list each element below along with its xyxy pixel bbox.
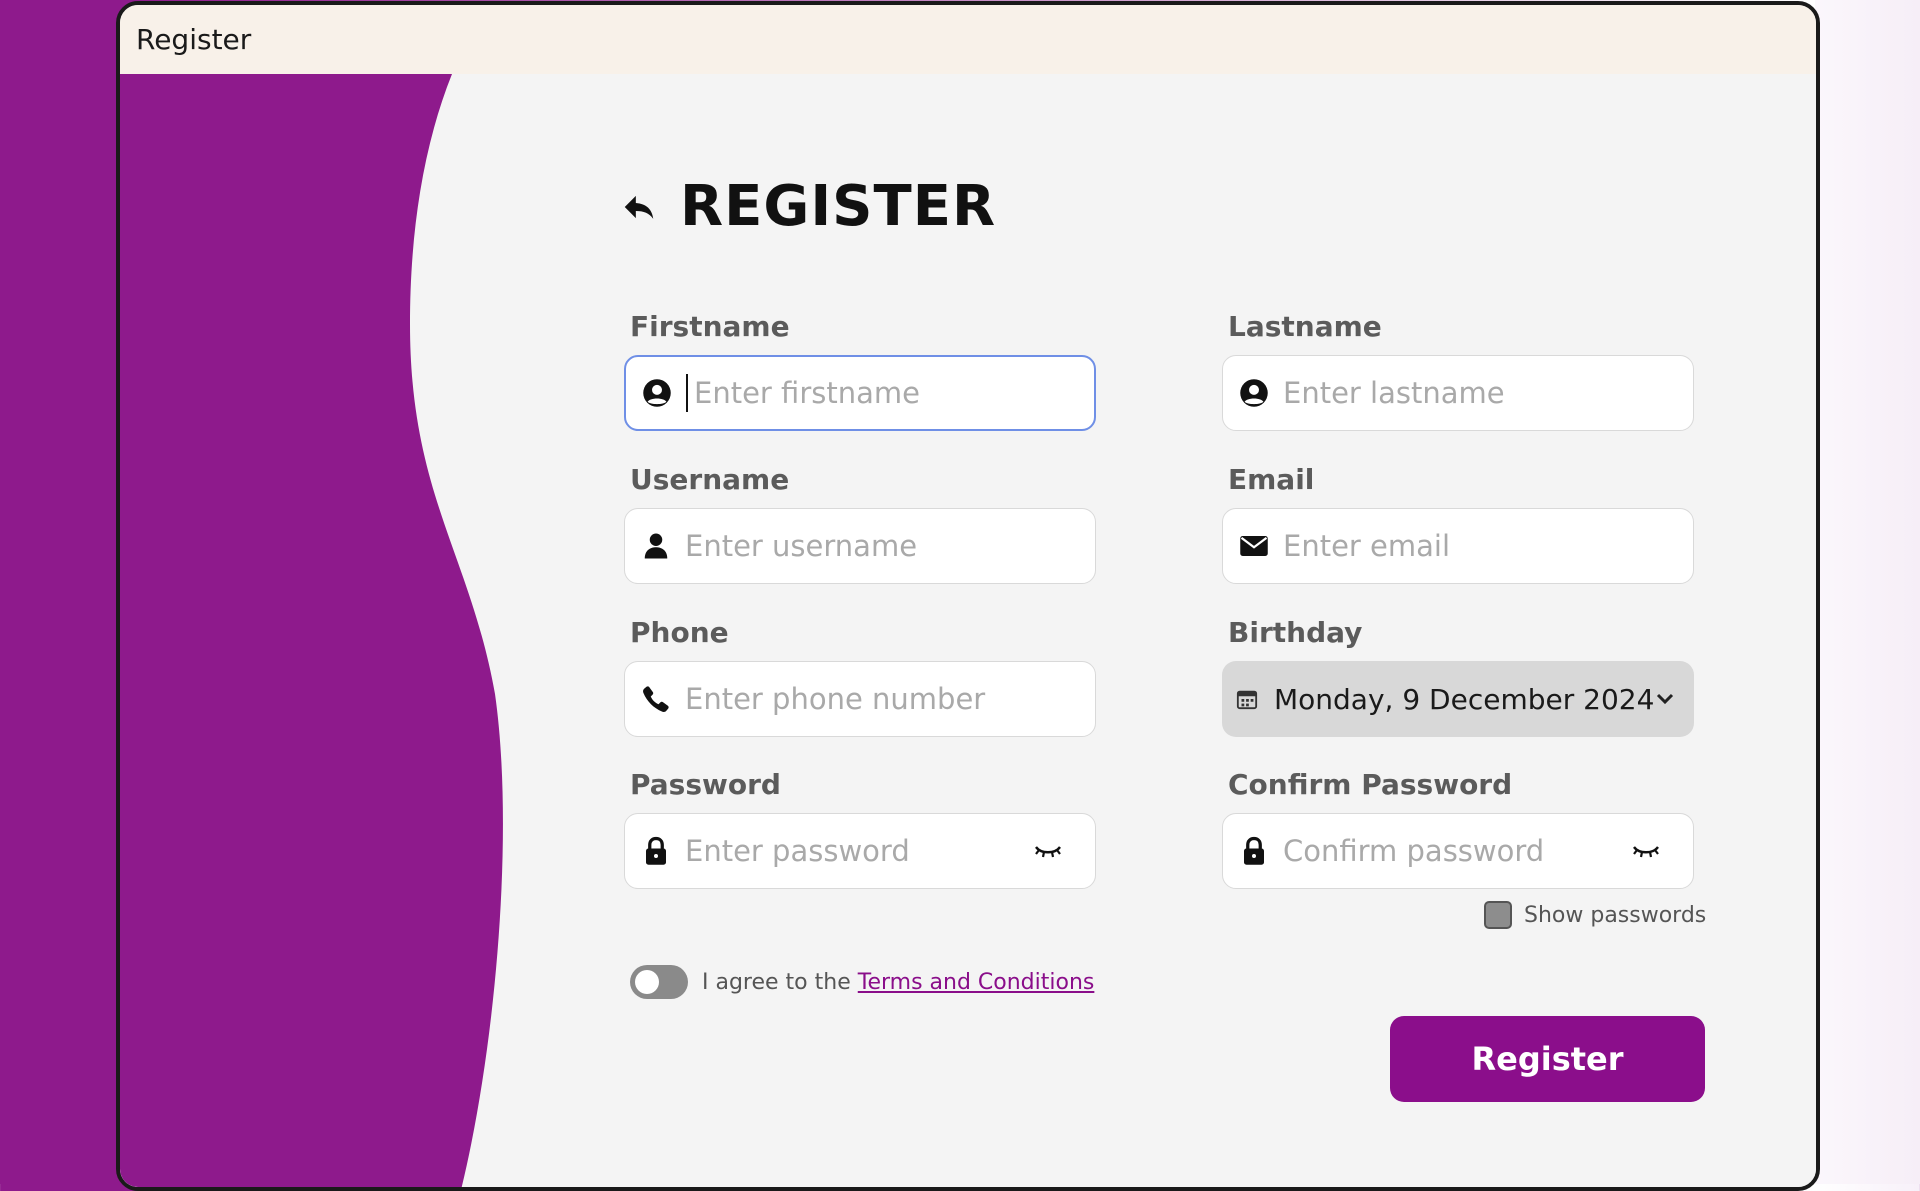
user-circle-icon: [643, 379, 671, 407]
phone-input[interactable]: [685, 682, 1095, 716]
password-field[interactable]: [624, 813, 1096, 889]
password-input[interactable]: [685, 834, 1033, 868]
username-label: Username: [630, 463, 790, 496]
lastname-input[interactable]: [1283, 376, 1693, 410]
chevron-down-icon[interactable]: [1656, 692, 1674, 706]
phone-field[interactable]: [624, 661, 1096, 737]
window-title: Register: [136, 23, 252, 56]
checkbox-box[interactable]: [1484, 901, 1512, 929]
register-content: REGISTER Firstname Lastname Username: [120, 74, 1816, 1187]
confirm-password-input[interactable]: [1283, 834, 1631, 868]
decorative-wave: [120, 74, 503, 1187]
toggle-knob: [635, 970, 659, 994]
eye-closed-icon[interactable]: [1033, 840, 1063, 862]
lock-icon: [1244, 836, 1264, 865]
phone-icon: [643, 686, 669, 712]
username-input[interactable]: [685, 529, 1095, 563]
birthday-date-picker[interactable]: Monday, 9 December 2024: [1222, 661, 1694, 737]
password-label: Password: [630, 768, 781, 801]
firstname-label: Firstname: [630, 310, 790, 343]
lock-icon: [646, 836, 666, 865]
email-label: Email: [1228, 463, 1315, 496]
envelope-icon: [1240, 536, 1268, 556]
text-caret: [686, 374, 688, 412]
desktop-background-right: [1815, 0, 1920, 1184]
back-arrow-icon[interactable]: [620, 188, 658, 226]
user-circle-icon: [1240, 379, 1268, 407]
birthday-label: Birthday: [1228, 616, 1363, 649]
lastname-label: Lastname: [1228, 310, 1382, 343]
show-passwords-checkbox[interactable]: Show passwords: [1484, 901, 1706, 929]
eye-closed-icon[interactable]: [1631, 840, 1661, 862]
window-titlebar: Register: [120, 5, 1816, 74]
confirm-password-label: Confirm Password: [1228, 768, 1513, 801]
desktop-background-left: [0, 0, 122, 1184]
terms-toggle[interactable]: [630, 965, 688, 999]
show-passwords-label: Show passwords: [1524, 902, 1707, 928]
username-field[interactable]: [624, 508, 1096, 584]
page-heading: REGISTER: [620, 174, 996, 239]
email-field[interactable]: [1222, 508, 1694, 584]
terms-text: I agree to the: [702, 969, 851, 995]
firstname-field[interactable]: [624, 355, 1096, 431]
user-icon: [644, 533, 668, 559]
register-window: Register REGISTER Firstname Lastname: [116, 1, 1820, 1191]
email-input[interactable]: [1283, 529, 1693, 563]
register-button[interactable]: Register: [1390, 1016, 1705, 1102]
firstname-input[interactable]: [694, 376, 1094, 410]
terms-link[interactable]: Terms and Conditions: [858, 970, 1095, 995]
terms-agreement: I agree to the Terms and Conditions: [630, 965, 1094, 999]
calendar-icon: [1236, 690, 1258, 710]
lastname-field[interactable]: [1222, 355, 1694, 431]
birthday-value: Monday, 9 December 2024: [1274, 682, 1655, 716]
phone-label: Phone: [630, 616, 729, 649]
confirm-password-field[interactable]: [1222, 813, 1694, 889]
page-title: REGISTER: [680, 174, 997, 239]
